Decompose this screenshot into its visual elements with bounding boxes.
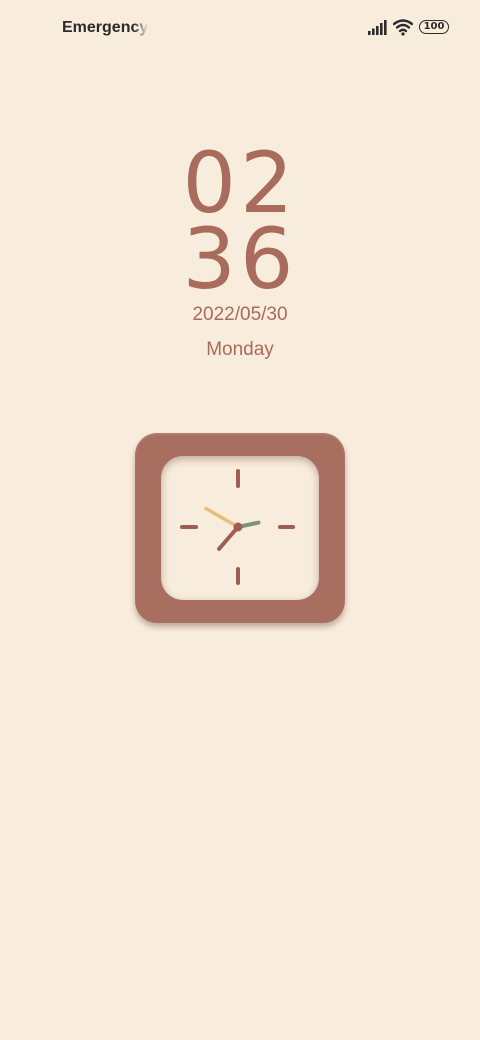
weekday-label: Monday	[206, 339, 274, 360]
clock-center-pin	[233, 522, 243, 532]
signal-icon	[368, 20, 387, 35]
status-bar: Emergency c 100	[0, 0, 480, 56]
lock-screen: Emergency c 100 02 36 2022/05/30 Monday	[0, 0, 480, 1040]
clock-minutes: 36	[182, 210, 298, 308]
carrier-label: Emergency c	[62, 19, 148, 36]
battery-icon: 100	[419, 20, 449, 34]
second-hand	[204, 506, 240, 529]
date-label: 2022/05/30	[192, 304, 288, 325]
clock-face	[161, 456, 319, 600]
clock-dial	[180, 469, 295, 585]
analog-clock-widget[interactable]	[135, 433, 345, 623]
wifi-icon	[393, 19, 413, 36]
